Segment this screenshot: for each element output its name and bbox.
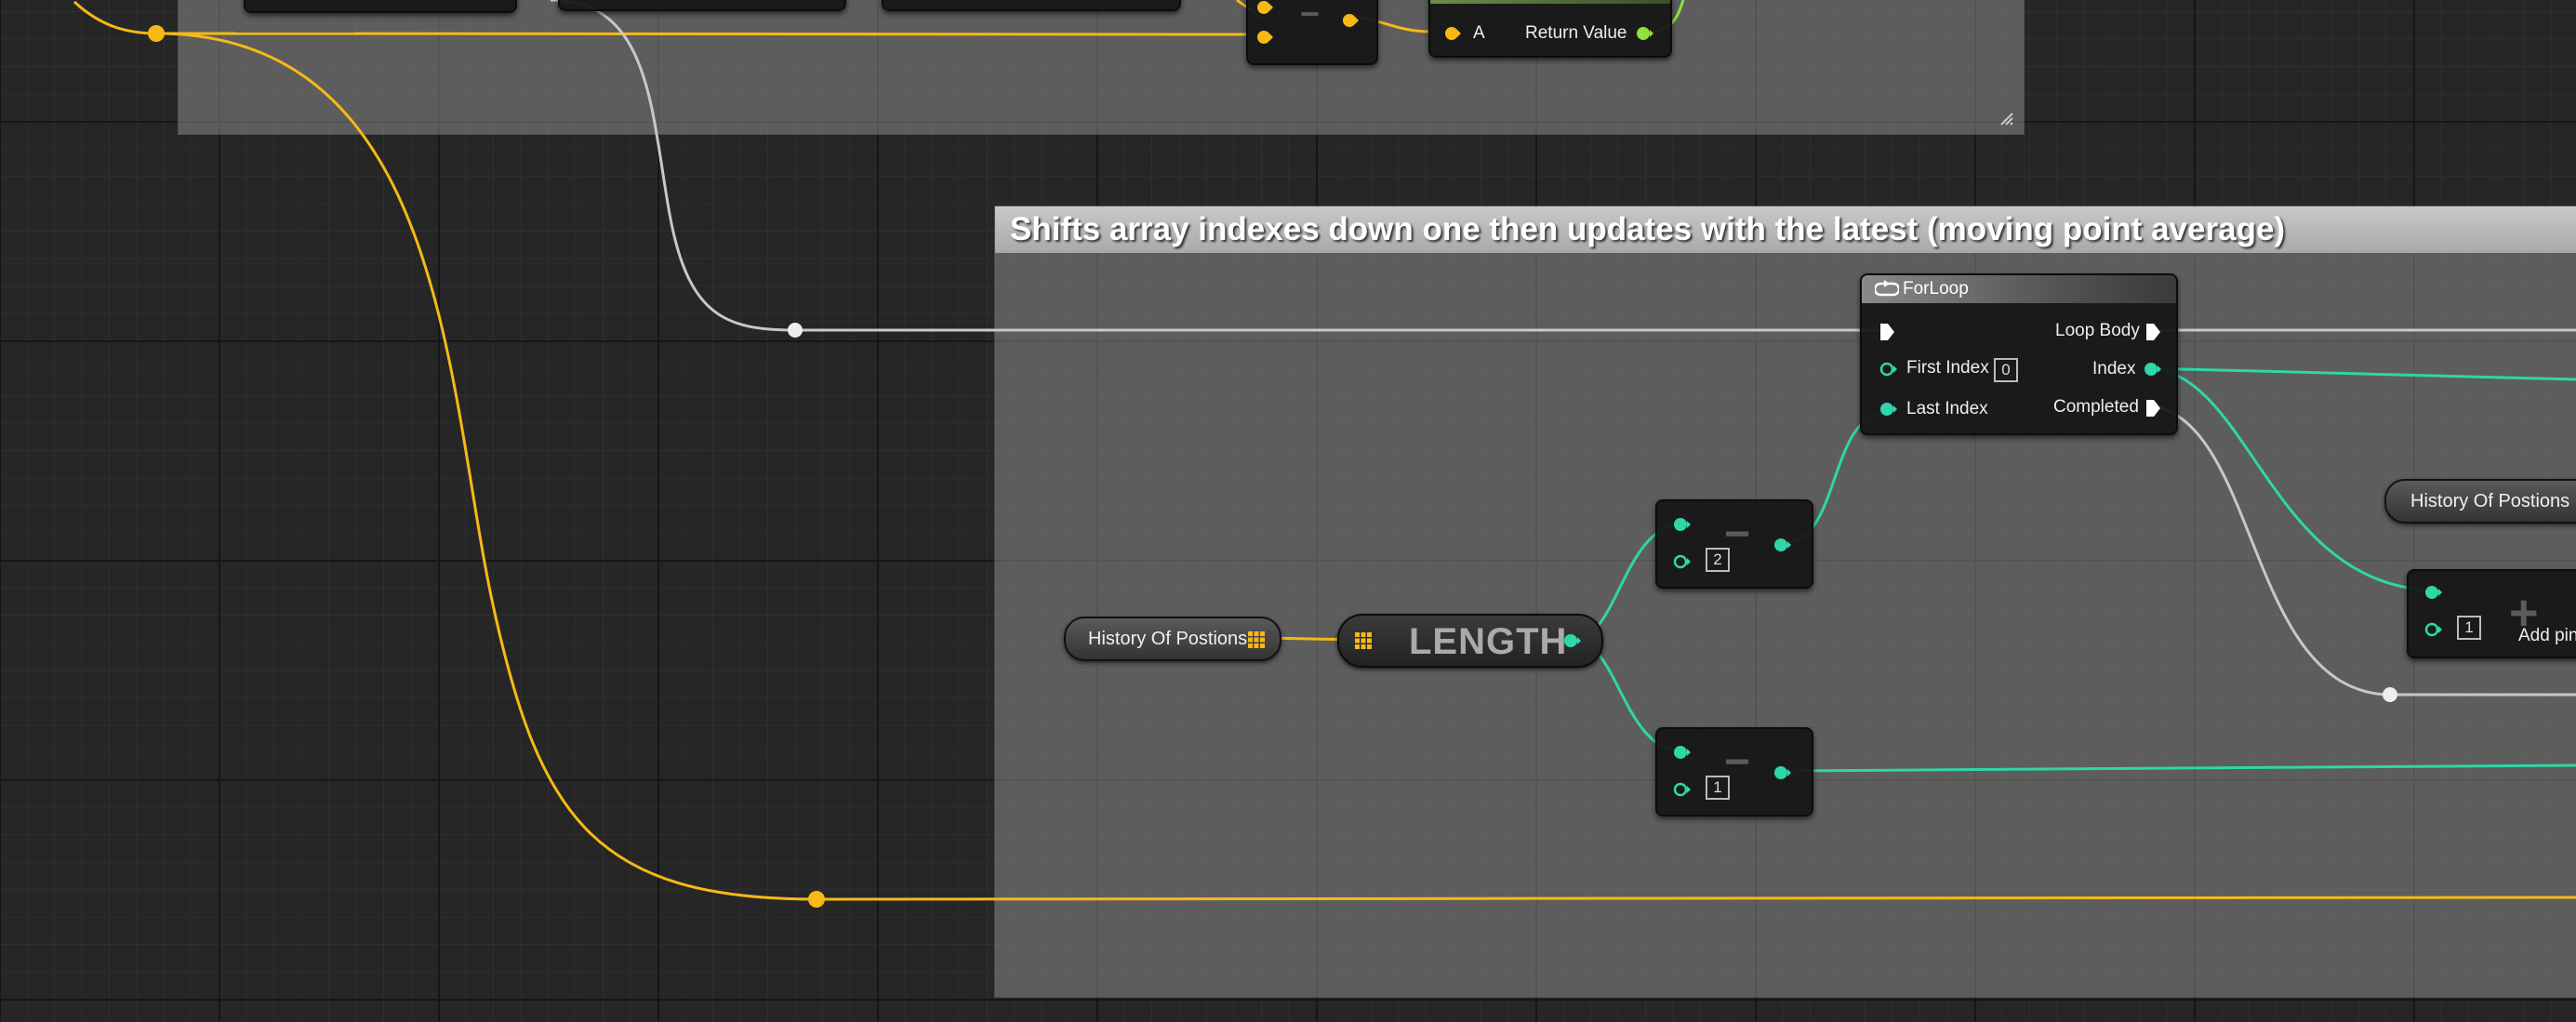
- length-label: LENGTH: [1409, 621, 1568, 662]
- int-pin-icon[interactable]: [1672, 515, 1693, 534]
- float-pin-icon[interactable]: [1443, 24, 1462, 43]
- function-node-top-partial[interactable]: A Return Value: [1428, 0, 1672, 58]
- reroute-knot: [2383, 687, 2397, 702]
- int-pin-icon[interactable]: [2423, 620, 2444, 639]
- int-pin-icon[interactable]: [1672, 743, 1693, 762]
- partial-node-2[interactable]: [558, 0, 846, 11]
- array-grid-icon[interactable]: [1247, 630, 1266, 649]
- int-wire: [2147, 366, 2576, 381]
- subtract-operator-icon: −: [1300, 0, 1321, 33]
- partial-node-3[interactable]: [882, 0, 1181, 11]
- float-wire: [155, 32, 1247, 36]
- loop-icon: [1875, 280, 1899, 297]
- loop-body-label: Loop Body: [2055, 321, 2140, 340]
- float-pin-icon[interactable]: [1341, 11, 1360, 30]
- exec-wire: [550, 0, 796, 332]
- float-pin-icon[interactable]: [1255, 28, 1274, 46]
- int-pin-icon[interactable]: [2423, 583, 2444, 602]
- int-pin-icon[interactable]: [1879, 400, 1899, 418]
- node-header-green: [1430, 0, 1670, 4]
- int-pin-icon[interactable]: [1562, 631, 1583, 650]
- int-pin-icon[interactable]: [1672, 780, 1693, 799]
- float-wire: [816, 896, 2576, 901]
- reroute-knot: [148, 25, 165, 42]
- forloop-title: ForLoop: [1903, 279, 1969, 299]
- int-pin-icon[interactable]: [1773, 536, 1793, 554]
- wire-layer: [73, 0, 2576, 908]
- forloop-header[interactable]: ForLoop: [1862, 275, 2176, 303]
- first-index-value[interactable]: 0: [1994, 358, 2018, 382]
- exec-wire: [2158, 405, 2391, 697]
- exec-out-pin-icon[interactable]: [2144, 322, 2163, 342]
- index-label: Index: [2092, 359, 2136, 378]
- add-pin-label[interactable]: Add pin: [2518, 626, 2576, 646]
- int-pin-icon[interactable]: [1879, 360, 1899, 378]
- float-wire: [155, 32, 817, 901]
- float-pin-icon[interactable]: [1255, 0, 1274, 17]
- pin-label-a: A: [1473, 23, 1485, 43]
- exec-out-pin-icon[interactable]: [2144, 398, 2163, 418]
- float-wire: [73, 0, 157, 35]
- history-variable-label: History Of Postions: [1088, 629, 1248, 649]
- last-index-label: Last Index: [1906, 399, 1988, 418]
- reroute-knot: [808, 891, 825, 908]
- first-index-label: First Index: [1906, 358, 1989, 378]
- array-grid-icon[interactable]: [1354, 631, 1373, 650]
- add-b-value[interactable]: 1: [2457, 616, 2481, 640]
- reroute-knot: [788, 323, 803, 338]
- history-variable-node[interactable]: History Of Postions: [1064, 617, 1281, 661]
- partial-node-1[interactable]: [244, 0, 517, 13]
- bool-pin-icon[interactable]: [1635, 24, 1655, 43]
- history-variable-node-right[interactable]: History Of Postions: [2384, 479, 2576, 524]
- subtract-node-top[interactable]: 2 −: [1655, 499, 1813, 589]
- array-length-node[interactable]: LENGTH: [1337, 614, 1603, 668]
- int-pin-icon[interactable]: [1773, 763, 1793, 782]
- int-wire: [1783, 763, 2576, 773]
- subtract-node-bottom[interactable]: 1 −: [1655, 727, 1813, 816]
- int-wire: [2147, 366, 2436, 592]
- subtract-operator-icon: −: [1724, 510, 1751, 559]
- subtract-operator-icon: −: [1724, 737, 1751, 787]
- add-node[interactable]: 1 + Add pin: [2407, 569, 2576, 658]
- pin-label-return-value: Return Value: [1525, 23, 1627, 43]
- forloop-node[interactable]: ForLoop First Index 0 Last Index Loop Bo…: [1860, 273, 2178, 435]
- completed-label: Completed: [2053, 397, 2139, 417]
- exec-in-pin-icon[interactable]: [1879, 322, 1897, 342]
- int-pin-icon[interactable]: [2143, 360, 2163, 378]
- int-pin-icon[interactable]: [1672, 552, 1693, 571]
- subtract-node-top-partial[interactable]: −: [1246, 0, 1378, 65]
- history-variable-label: History Of Postions: [2410, 491, 2570, 511]
